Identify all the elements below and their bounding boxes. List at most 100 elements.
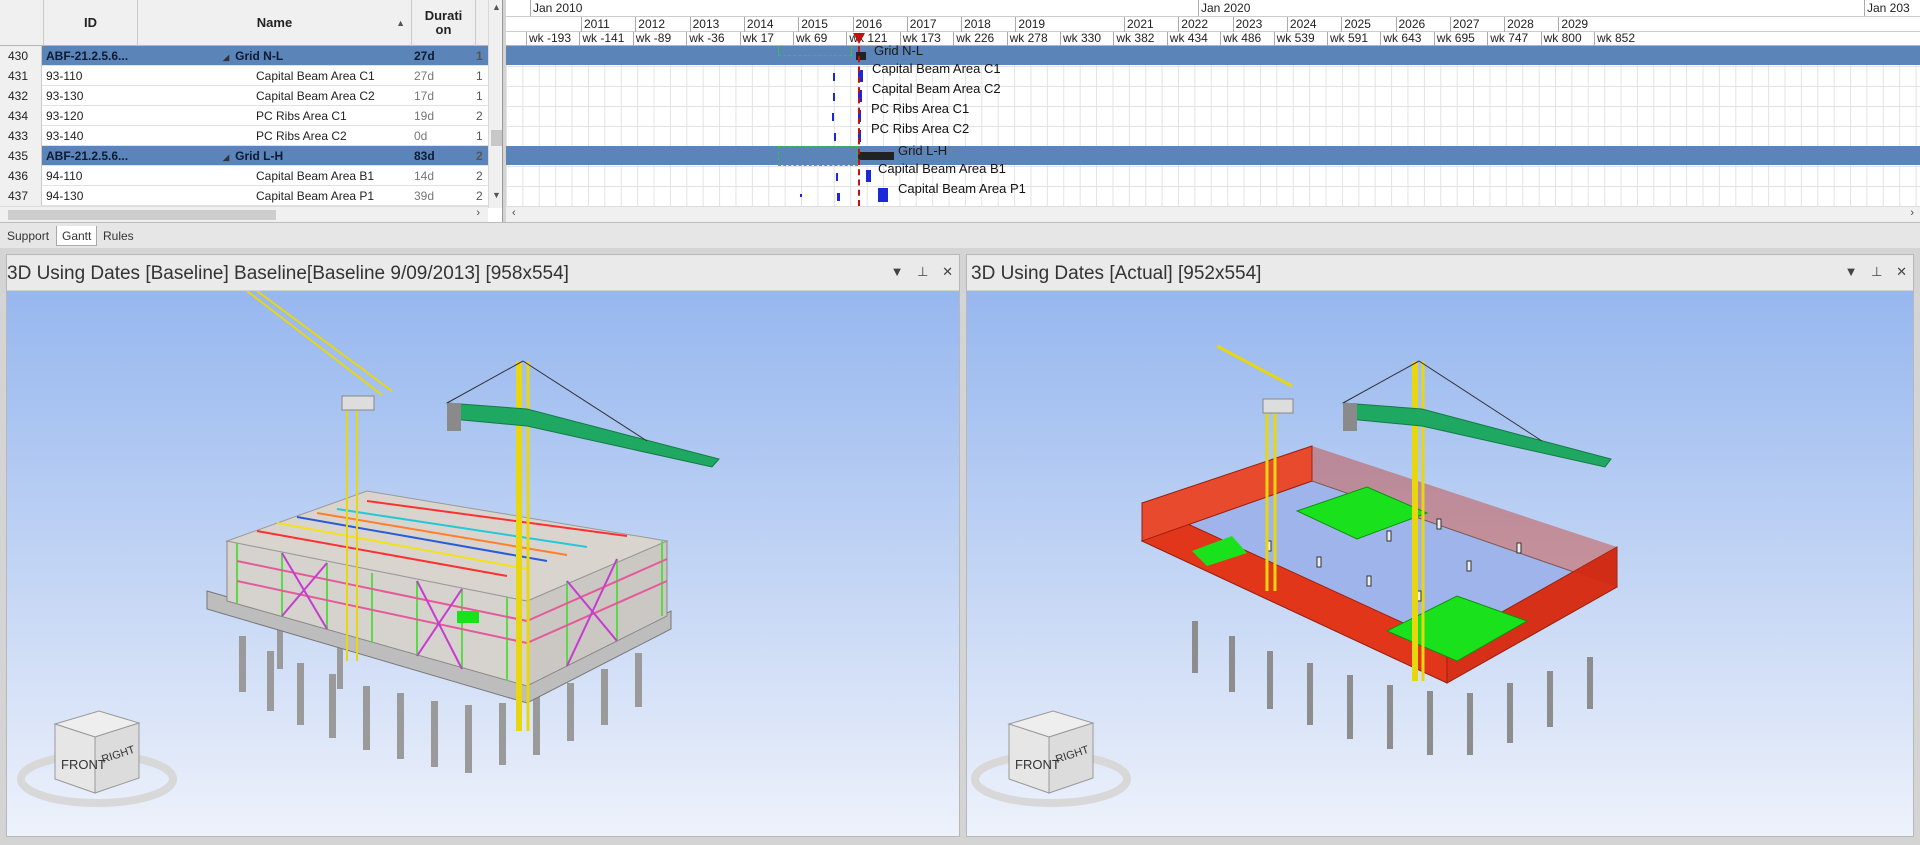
week-label: wk 539 xyxy=(1273,32,1327,46)
task-id: 93-110 xyxy=(44,66,136,86)
grid-header: ID Name ▲ Durati on xyxy=(0,0,488,46)
pin-icon[interactable]: ⊥ xyxy=(917,264,928,279)
week-label: wk 643 xyxy=(1380,32,1433,46)
row-number: 434 xyxy=(0,106,42,126)
gantt-bar-label: Capital Beam Area B1 xyxy=(878,161,1006,176)
tab-gantt[interactable]: Gantt xyxy=(56,226,98,246)
close-icon[interactable]: ✕ xyxy=(1896,264,1907,279)
summary-task-row[interactable]: 435 ABF-21.2.5.6... ◢ Grid L-H 83d 2 xyxy=(0,146,488,166)
3d-canvas[interactable]: FRONT RIGHT xyxy=(7,291,959,836)
name-column-label: Name xyxy=(256,15,293,30)
viewport-title: 3D Using Dates [Actual] [952x554] xyxy=(971,263,1262,284)
year-label: 2014 xyxy=(743,17,798,32)
task-name: PC Ribs Area C1 xyxy=(138,106,410,126)
task-bar[interactable] xyxy=(878,188,888,202)
collapse-icon[interactable]: ◢ xyxy=(223,48,229,66)
pin-icon[interactable]: ⊥ xyxy=(1871,264,1882,279)
scroll-right-icon[interactable]: › xyxy=(476,207,480,219)
year-label: 2021 xyxy=(1124,17,1178,32)
week-label: wk 382 xyxy=(1113,32,1166,46)
close-icon[interactable]: ✕ xyxy=(942,264,953,279)
baseline-bar xyxy=(833,93,835,101)
task-row[interactable]: 434 93-120 PC Ribs Area C1 19d 2 xyxy=(0,106,488,126)
3d-canvas[interactable]: FRONT RIGHT xyxy=(967,291,1913,836)
task-id: ABF-21.2.5.6... xyxy=(44,146,136,166)
task-row[interactable]: 437 94-130 Capital Beam Area P1 39d 2 xyxy=(0,186,488,206)
actual-3d-viewport[interactable]: 3D Using Dates [Actual] [952x554] ▼ ⊥ ✕ xyxy=(966,254,1914,837)
scroll-left-icon[interactable]: ‹ xyxy=(512,207,516,219)
extra-column-header[interactable] xyxy=(476,0,488,46)
name-column-header[interactable]: Name ▲ xyxy=(138,0,412,46)
row-number: 432 xyxy=(0,86,42,106)
collapse-icon[interactable]: ◢ xyxy=(223,148,229,166)
dropdown-icon[interactable]: ▼ xyxy=(1845,264,1858,279)
task-name: Capital Beam Area B1 xyxy=(138,166,410,186)
gantt-body[interactable]: Grid N-L Capital Beam Area C1 Capital Be… xyxy=(506,43,1920,206)
gantt-horizontal-scrollbar[interactable]: ‹ › xyxy=(506,206,1920,222)
scroll-down-icon[interactable]: ▼ xyxy=(492,190,501,200)
row-number-header[interactable] xyxy=(0,0,44,46)
row-number: 437 xyxy=(0,186,42,206)
decade-label: Jan 2020 xyxy=(1198,0,1250,16)
task-duration-text: 19d xyxy=(414,109,435,123)
summary-task-row[interactable]: 430 ABF-21.2.5.6... ◢ Grid N-L 27d 1 xyxy=(0,46,488,66)
baseline-bar xyxy=(833,73,835,81)
task-name: PC Ribs Area C2 xyxy=(138,126,410,146)
sort-ascending-icon[interactable]: ▲ xyxy=(396,16,405,30)
task-name: ◢ Grid N-L xyxy=(138,46,410,66)
baseline-3d-viewport[interactable]: 3D Using Dates [Baseline] Baseline[Basel… xyxy=(6,254,960,837)
row-number: 430 xyxy=(0,46,42,66)
task-duration: 27d xyxy=(412,46,474,66)
task-duration-text: 83d xyxy=(414,149,435,163)
gantt-year-header: 2011 2012 2013 2014 2015 2016 2017 2018 2019 2021… xyxy=(506,17,1920,32)
task-duration: 0d xyxy=(412,126,474,146)
task-extra: 2 xyxy=(476,146,488,166)
task-extra-text: 2 xyxy=(476,149,483,163)
view-cube[interactable]: FRONT RIGHT xyxy=(17,710,177,807)
task-grid: ID Name ▲ Durati on 430 ABF-21.2.5.6... ◢ G… xyxy=(0,0,503,222)
scroll-up-icon[interactable]: ▲ xyxy=(492,2,501,12)
scroll-thumb[interactable] xyxy=(491,130,502,146)
gantt-bar-label: PC Ribs Area C2 xyxy=(871,121,970,136)
h-scroll-thumb[interactable] xyxy=(8,210,276,220)
id-column-header[interactable]: ID xyxy=(44,0,138,46)
row-number: 431 xyxy=(0,66,42,86)
task-id: 94-110 xyxy=(44,166,136,186)
task-row[interactable]: 431 93-110 Capital Beam Area C1 27d 1 xyxy=(0,66,488,86)
year-label: 2026 xyxy=(1395,17,1450,32)
task-extra-text: 2 xyxy=(476,189,483,203)
current-date-marker-icon[interactable] xyxy=(853,33,865,44)
summary-bar[interactable] xyxy=(858,152,894,160)
task-name-text: PC Ribs Area C2 xyxy=(256,129,347,143)
grid-horizontal-scrollbar[interactable]: › xyxy=(0,206,488,222)
task-extra-text: 2 xyxy=(476,169,483,183)
viewport-title-bar: 3D Using Dates [Baseline] Baseline[Basel… xyxy=(7,255,959,291)
tab-rules[interactable]: Rules xyxy=(98,226,139,246)
tab-support[interactable]: Support xyxy=(2,226,54,246)
year-label: 2013 xyxy=(689,17,744,32)
task-row[interactable]: 433 93-140 PC Ribs Area C2 0d 1 xyxy=(0,126,488,146)
scroll-right-icon[interactable]: › xyxy=(1910,207,1914,219)
baseline-range xyxy=(778,146,858,166)
task-id: 93-120 xyxy=(44,106,136,126)
row-number-text: 436 xyxy=(8,169,29,183)
grid-vertical-scrollbar[interactable]: ▲ ▼ xyxy=(488,0,502,208)
dropdown-icon[interactable]: ▼ xyxy=(891,264,904,279)
baseline-building-model: FRONT RIGHT xyxy=(17,291,720,807)
task-bar[interactable] xyxy=(866,170,871,182)
year-label: 2018 xyxy=(961,17,1015,32)
crane-cab xyxy=(341,395,375,411)
task-row[interactable]: 432 93-130 Capital Beam Area C2 17d 1 xyxy=(0,86,488,106)
gantt-bar-label: PC Ribs Area C1 xyxy=(871,101,970,116)
year-label: 2028 xyxy=(1504,17,1558,32)
week-label: wk 17 xyxy=(739,32,793,46)
task-id: 93-130 xyxy=(44,86,136,106)
task-duration: 19d xyxy=(412,106,474,126)
duration-column-header[interactable]: Durati on xyxy=(412,0,476,46)
view-cube[interactable]: FRONT RIGHT xyxy=(971,710,1131,807)
row-number: 433 xyxy=(0,126,42,146)
task-row[interactable]: 436 94-110 Capital Beam Area B1 14d 2 xyxy=(0,166,488,186)
year-label: 2017 xyxy=(906,17,961,32)
baseline-bar xyxy=(836,173,838,181)
task-extra-text: 2 xyxy=(476,109,483,123)
